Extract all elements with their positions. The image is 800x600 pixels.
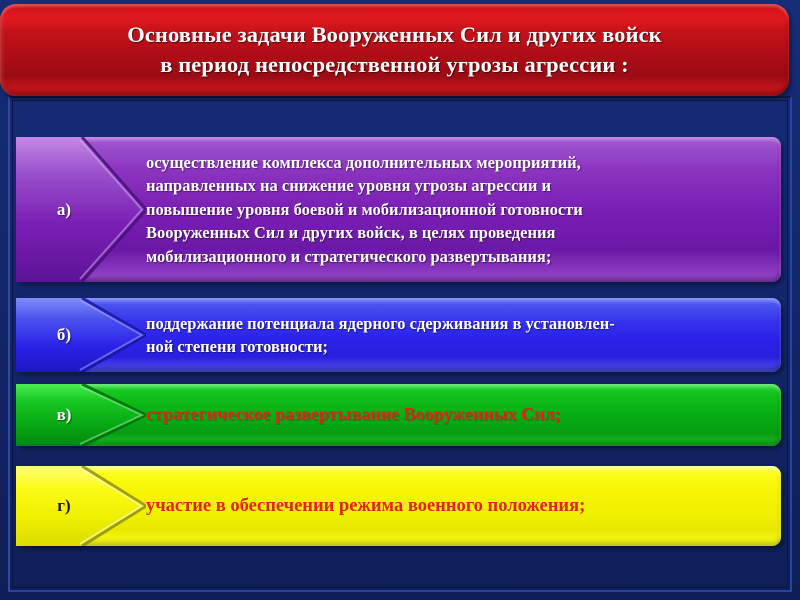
task-a-line-1: осуществление комплекса дополнительных м… xyxy=(146,152,581,172)
task-a-line-3: повышение уровня боевой и мобилизационно… xyxy=(146,199,583,219)
task-item-b-text: поддержание потенциала ядерного сдержива… xyxy=(146,298,615,372)
presentation-slide: Основные задачи Вооруженных Сил и других… xyxy=(0,0,800,600)
task-item-a-text: осуществление комплекса дополнительных м… xyxy=(146,137,583,282)
task-c-line-1: стратегическое развертывание Вооруженных… xyxy=(146,404,561,425)
task-b-line-2: ной степени готовности; xyxy=(146,337,329,356)
task-a-line-4: Вооруженных Сил и других войск, в целях … xyxy=(146,223,556,243)
slide-title-banner: Основные задачи Вооруженных Сил и других… xyxy=(0,4,789,96)
chevron-arrow-icon xyxy=(16,466,146,546)
slide-title-line-2: в период непосредственной угрозы агресси… xyxy=(160,52,629,77)
task-item-c-text: стратегическое развертывание Вооруженных… xyxy=(146,384,561,446)
chevron-arrow-icon xyxy=(16,137,146,282)
slide-title-line-1: Основные задачи Вооруженных Сил и других… xyxy=(127,21,662,47)
task-d-line-1: участие в обеспечении режима военного по… xyxy=(146,495,586,516)
task-b-line-1: поддержание потенциала ядерного сдержива… xyxy=(146,313,615,333)
task-item-b[interactable]: б) поддержание потенциала ядерного сдерж… xyxy=(16,298,781,372)
chevron-arrow-icon xyxy=(16,384,146,446)
task-item-d-text: участие в обеспечении режима военного по… xyxy=(146,466,585,546)
task-item-d[interactable]: г) участие в обеспечении режима военного… xyxy=(16,466,781,546)
task-item-a[interactable]: а) осуществление комплекса дополнительны… xyxy=(16,137,781,282)
task-a-line-2: направленных на снижение уровня угрозы а… xyxy=(146,176,552,196)
task-a-line-5: мобилизационного и стратегического разве… xyxy=(146,246,552,266)
task-item-c[interactable]: в) стратегическое развертывание Вооружен… xyxy=(16,384,781,446)
chevron-arrow-icon xyxy=(16,298,146,372)
